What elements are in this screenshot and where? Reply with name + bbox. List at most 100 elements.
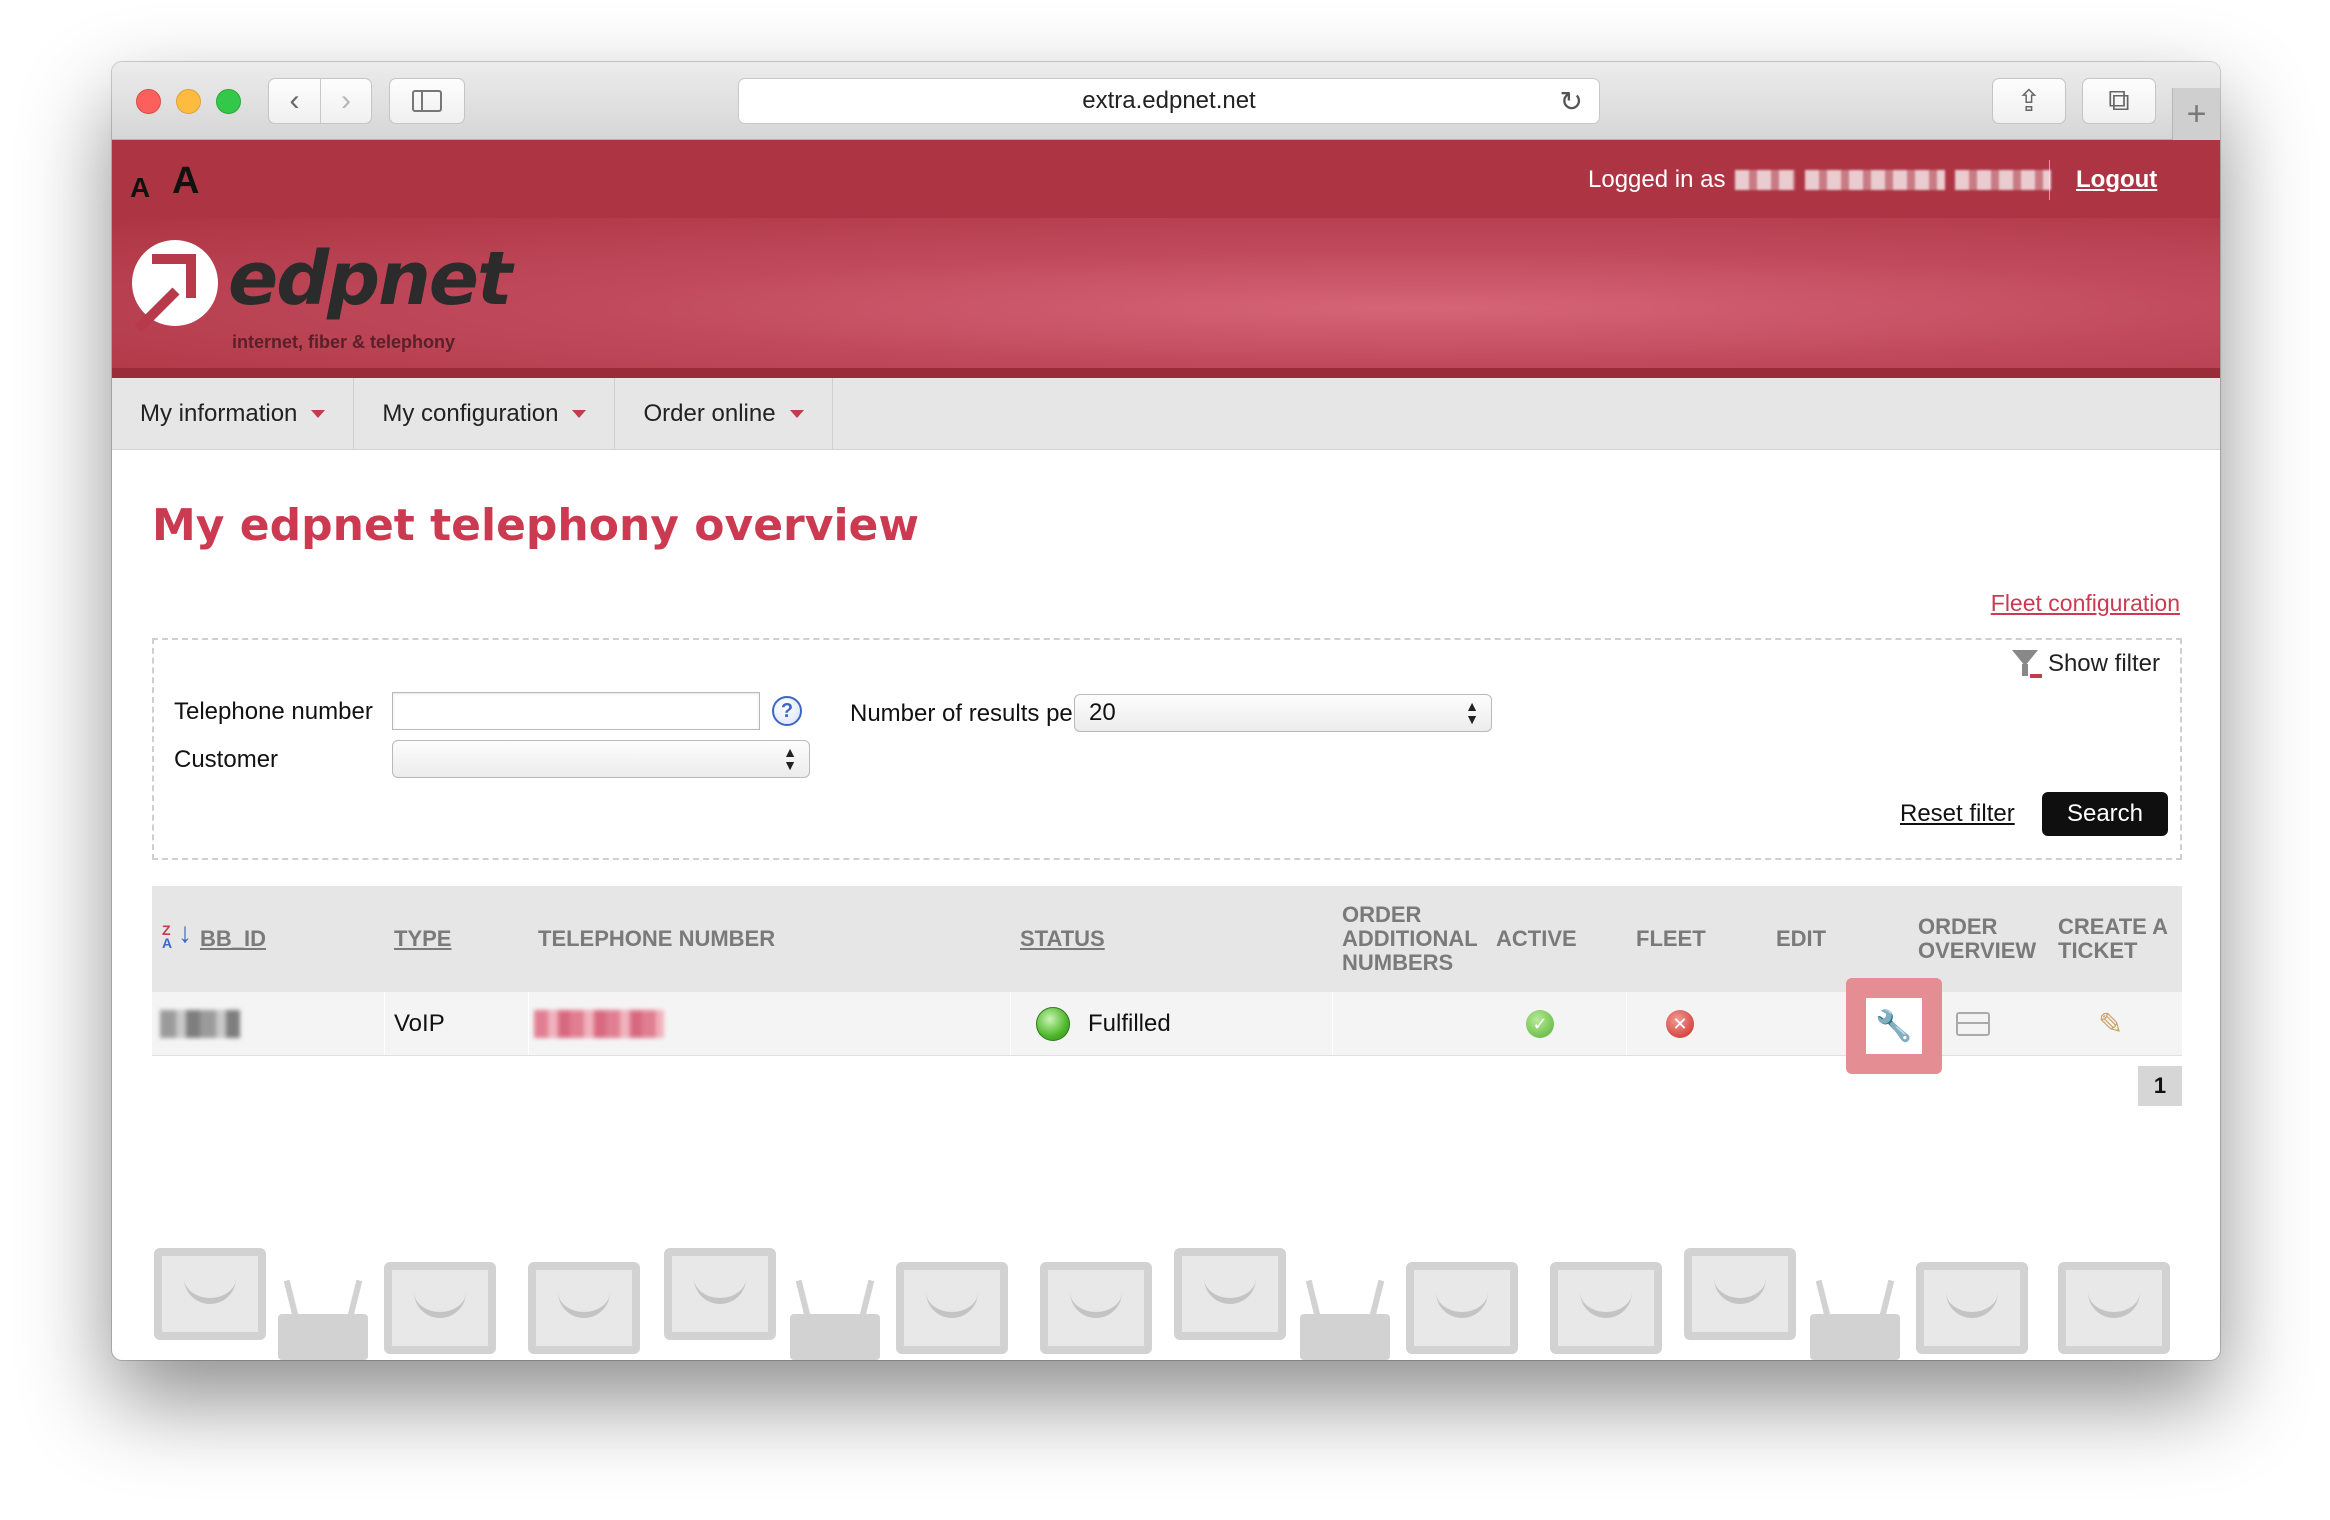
pagination-current-page[interactable]: 1 [2138,1066,2182,1106]
url-text: extra.edpnet.net [1082,87,1256,114]
site-topbar: A A Logged in as Logout [112,140,2220,218]
menu-item-my-configuration[interactable]: My configuration [354,378,616,449]
share-button[interactable]: ⇪ [1992,78,2066,124]
site-banner: edpnet internet, fiber & telephony [112,218,2220,378]
cell-type: VoIP [394,1010,445,1037]
menu-item-label: My configuration [382,399,559,427]
close-window-button[interactable] [136,89,161,114]
monitor-illustration-icon [1916,1262,2028,1354]
sidebar-icon [412,90,442,112]
show-filter-label: Show filter [2047,650,2160,677]
sidebar-toggle-button[interactable] [389,78,465,124]
edit-button[interactable]: 🔧 [1866,998,1922,1054]
back-button[interactable]: ‹ [269,79,320,123]
caret-down-icon [311,409,326,418]
cell-create-ticket[interactable]: ✎ [2098,992,2123,1056]
monitor-illustration-icon [1550,1262,1662,1354]
show-filter-toggle[interactable]: Show filter [2011,650,2160,678]
cross-icon: ✕ [1666,1010,1694,1038]
column-header-telephone-number: TELEPHONE NUMBER [538,926,776,951]
new-tab-button[interactable]: + [2172,88,2220,140]
plus-icon: + [2186,94,2207,133]
cell-fleet: ✕ [1666,992,1694,1056]
edit-button-highlight[interactable]: 🔧 [1846,978,1942,1074]
telephone-number-input[interactable] [392,692,760,730]
help-icon[interactable]: ? [772,696,802,726]
monitor-illustration-icon [1406,1262,1518,1354]
chevron-left-icon: ‹ [289,84,300,117]
redacted-username [1955,170,2052,190]
results-per-page-label: Number of results pe [850,700,1073,727]
history-nav: ‹ › [268,78,372,124]
address-bar[interactable]: extra.edpnet.net ↻ [738,78,1600,124]
column-header-active: ACTIVE [1496,926,1577,951]
cell-telephone-number [534,992,664,1056]
customer-select[interactable]: ▲ ▼ [392,740,810,778]
minimize-window-button[interactable] [176,89,201,114]
footer-decoration [112,1248,2220,1360]
redacted-bb-id [160,1010,240,1038]
page-title: My edpnet telephony overview [152,500,920,551]
browser-toolbar: ‹ › extra.edpnet.net ↻ ⇪ ⧉ + [112,62,2220,140]
redacted-username [1735,170,1796,190]
zoom-window-button[interactable] [216,89,241,114]
cell-bb-id [160,992,240,1056]
tab-overview-button[interactable]: ⧉ [2082,78,2156,124]
filter-panel: Show filter Telephone number ? Customer … [152,638,2182,860]
select-arrows-icon: ▲ ▼ [1465,698,1479,727]
reload-icon[interactable]: ↻ [1560,85,1583,118]
fleet-configuration-link[interactable]: Fleet configuration [1991,590,2180,617]
cell-active: ✓ [1526,992,1554,1056]
router-illustration-icon [278,1314,368,1360]
logged-in-label: Logged in as [1588,166,1726,193]
caret-down-icon [572,409,587,418]
router-illustration-icon [790,1314,880,1360]
reset-filter-link[interactable]: Reset filter [1900,800,2015,828]
monitor-illustration-icon [1684,1248,1796,1340]
column-header-fleet: FLEET [1636,926,1706,951]
monitor-illustration-icon [664,1248,776,1340]
column-header-bb-id[interactable]: BB_ID [200,886,266,992]
logout-link[interactable]: Logout [2076,166,2157,194]
monitor-illustration-icon [896,1262,1008,1354]
logged-in-info: Logged in as [1588,166,2052,194]
browser-window: ‹ › extra.edpnet.net ↻ ⇪ ⧉ + A A Logged … [112,62,2220,1360]
topbar-divider [2049,160,2050,200]
brand-name: edpnet [228,236,512,322]
redacted-telephone-number [534,1010,664,1038]
select-arrows-icon: ▲ ▼ [783,744,797,773]
brand-tagline: internet, fiber & telephony [232,332,456,352]
cell-order-overview[interactable] [1956,992,1990,1056]
font-size-small-button[interactable]: A [130,172,150,204]
customer-label: Customer [174,746,279,773]
column-header-order-overview: ORDER OVERVIEW [1918,914,2037,963]
sort-icon[interactable]: ZA ↓ [162,919,192,951]
menu-item-order-online[interactable]: Order online [615,378,833,449]
column-header-order-additional-numbers: ORDER ADDITIONAL NUMBERS [1342,902,1478,975]
ticket-icon[interactable]: ✎ [2098,1007,2123,1042]
cell-status: Fulfilled [1036,992,1171,1056]
search-button[interactable]: Search [2042,792,2168,836]
router-illustration-icon [1810,1314,1900,1360]
monitor-illustration-icon [384,1262,496,1354]
chevron-right-icon: › [340,84,351,117]
monitor-illustration-icon [1040,1262,1152,1354]
logo-arrow-mark [152,254,196,298]
caret-down-icon [789,409,804,418]
main-menu: My information My configuration Order on… [112,378,2220,450]
table-header: ZA ↓ BB_ID TYPE TELEPHONE NUMBER STATUS … [152,886,2182,992]
font-size-large-button[interactable]: A [172,160,199,203]
status-text: Fulfilled [1088,1010,1171,1037]
menu-item-my-information[interactable]: My information [112,378,355,449]
forward-button[interactable]: › [319,79,371,123]
column-header-create-ticket: CREATE A TICKET [2058,914,2168,963]
column-header-status[interactable]: STATUS [1020,886,1105,992]
results-per-page-select[interactable]: 20 ▲ ▼ [1074,694,1492,732]
monitor-illustration-icon [528,1262,640,1354]
order-overview-icon[interactable] [1956,1012,1990,1036]
column-header-type[interactable]: TYPE [394,886,451,992]
monitor-illustration-icon [1174,1248,1286,1340]
check-icon: ✓ [1526,1010,1554,1038]
menu-item-label: Order online [643,399,776,427]
wrench-icon: 🔧 [1875,1009,1913,1043]
